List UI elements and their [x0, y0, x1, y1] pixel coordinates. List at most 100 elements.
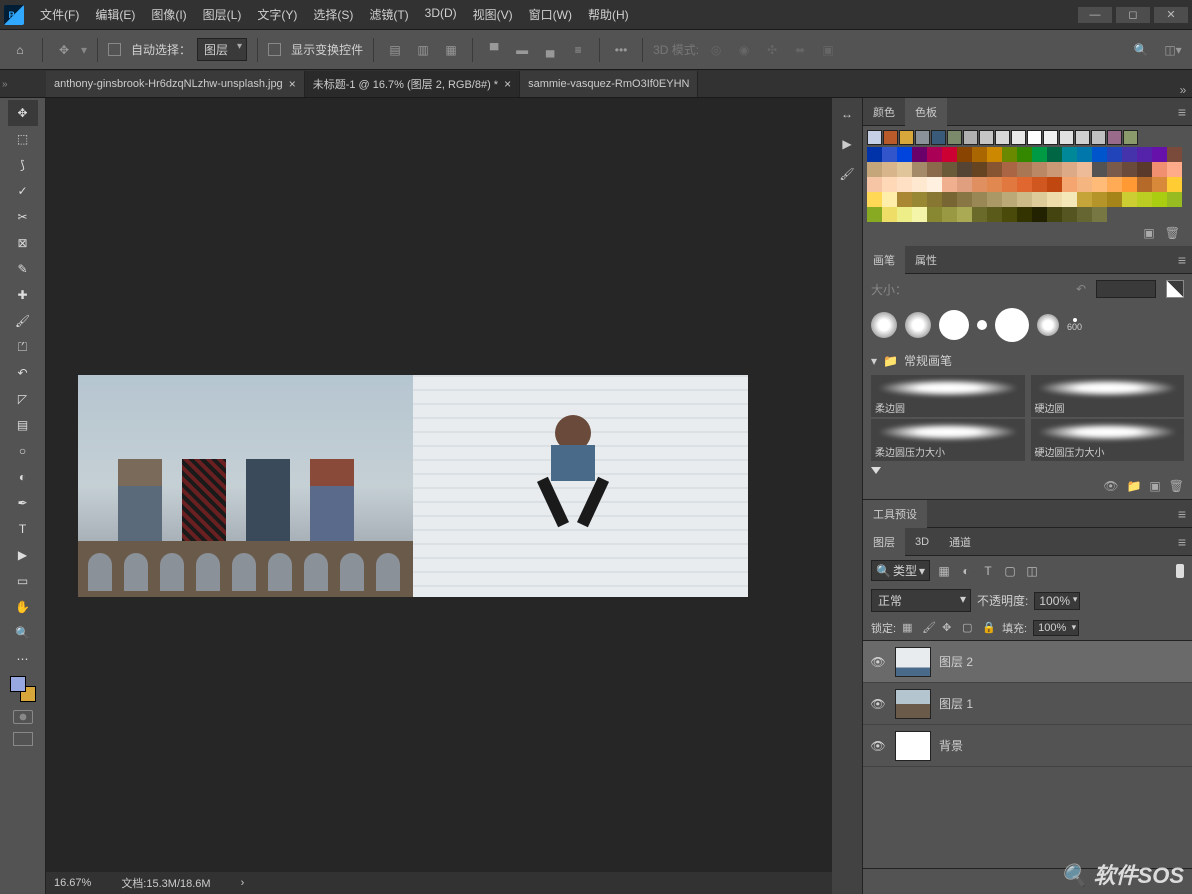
more-options-icon[interactable]: ••• — [610, 39, 632, 61]
toolpreset-tab[interactable]: 工具预设 — [863, 500, 927, 528]
swatch[interactable] — [942, 147, 957, 162]
menu-item[interactable]: 文件(F) — [32, 2, 87, 27]
swatch[interactable] — [1062, 147, 1077, 162]
swatch[interactable] — [1017, 177, 1032, 192]
swatch[interactable] — [867, 162, 882, 177]
swatch[interactable] — [1062, 207, 1077, 222]
swatch[interactable] — [1017, 192, 1032, 207]
layer-thumbnail[interactable] — [895, 647, 931, 677]
swatch[interactable] — [1123, 130, 1138, 145]
swatch[interactable] — [942, 162, 957, 177]
maximize-button[interactable]: ◻ — [1116, 7, 1150, 23]
swatch[interactable] — [995, 130, 1010, 145]
swatch[interactable] — [987, 177, 1002, 192]
swatch[interactable] — [957, 147, 972, 162]
swatch[interactable] — [1077, 147, 1092, 162]
auto-select-checkbox[interactable] — [108, 43, 121, 56]
channels-tab[interactable]: 通道 — [939, 528, 981, 556]
new-swatch-icon[interactable]: ▣ — [1143, 226, 1154, 240]
canvas-area[interactable]: 16.67% 文档:15.3M/18.6M › — [46, 98, 832, 894]
swatch[interactable] — [1027, 130, 1042, 145]
swatch[interactable] — [979, 130, 994, 145]
swatch[interactable] — [972, 192, 987, 207]
stamp-tool[interactable]: ⏍ — [8, 334, 38, 360]
panel-menu-icon[interactable]: ≡ — [1178, 252, 1186, 268]
swatch[interactable] — [1077, 162, 1092, 177]
swatches-tab[interactable]: 色板 — [905, 98, 947, 126]
swatch[interactable] — [1091, 130, 1106, 145]
brush-tool[interactable]: 🖌 — [8, 308, 38, 334]
menu-item[interactable]: 图像(I) — [143, 2, 194, 27]
brush-preview[interactable] — [977, 320, 987, 330]
swatch[interactable] — [912, 147, 927, 162]
eyedropper-tool[interactable]: ✎ — [8, 256, 38, 282]
blur-tool[interactable]: ○ — [8, 438, 38, 464]
swatch[interactable] — [987, 192, 1002, 207]
menu-item[interactable]: 图层(L) — [195, 2, 250, 27]
history-brush-tool[interactable]: ↶ — [8, 360, 38, 386]
properties-tab[interactable]: 属性 — [905, 246, 947, 274]
menu-item[interactable]: 滤镜(T) — [361, 2, 416, 27]
swatch[interactable] — [1167, 177, 1182, 192]
swatch[interactable] — [1137, 147, 1152, 162]
swatch[interactable] — [1122, 162, 1137, 177]
zoom-level[interactable]: 16.67% — [54, 877, 91, 889]
panel-menu-icon[interactable]: ≡ — [1178, 104, 1186, 120]
swatch[interactable] — [1107, 130, 1122, 145]
fill-field[interactable]: 100% — [1033, 620, 1079, 636]
swatch[interactable] — [947, 130, 962, 145]
lock-all-icon[interactable]: 🔒 — [982, 621, 996, 635]
auto-select-dropdown[interactable]: 图层 — [197, 38, 247, 61]
swatch[interactable] — [867, 207, 882, 222]
swatch[interactable] — [1167, 147, 1182, 162]
swatch[interactable] — [867, 192, 882, 207]
align-left-icon[interactable]: ▤ — [384, 39, 406, 61]
swatch[interactable] — [1107, 147, 1122, 162]
swatch[interactable] — [1011, 130, 1026, 145]
brush-preview[interactable] — [995, 308, 1029, 342]
swatch[interactable] — [912, 192, 927, 207]
brushes-icon[interactable]: 🖌 — [837, 164, 857, 184]
flip-icon[interactable]: ↶ — [1076, 282, 1086, 296]
swatch[interactable] — [1062, 177, 1077, 192]
visibility-icon[interactable]: 👁 — [869, 739, 887, 753]
search-icon[interactable]: 🔍 — [1130, 39, 1152, 61]
swatch[interactable] — [882, 177, 897, 192]
tabs-overflow-icon[interactable]: » — [1174, 83, 1192, 97]
align-bottom-icon[interactable]: ▄ — [539, 39, 561, 61]
swatch[interactable] — [987, 162, 1002, 177]
swatch[interactable] — [1059, 130, 1074, 145]
filter-adjust-icon[interactable]: ◐ — [958, 563, 974, 579]
lasso-tool[interactable]: ⟆ — [8, 152, 38, 178]
path-select-tool[interactable]: ▶ — [8, 542, 38, 568]
swatch[interactable] — [1107, 177, 1122, 192]
swatch[interactable] — [882, 207, 897, 222]
text-tool[interactable]: T — [8, 516, 38, 542]
panel-menu-icon[interactable]: ≡ — [1178, 534, 1186, 550]
filter-shape-icon[interactable]: ▢ — [1002, 563, 1018, 579]
swatch[interactable] — [1047, 177, 1062, 192]
swatch[interactable] — [931, 130, 946, 145]
swatch[interactable] — [957, 177, 972, 192]
swatch[interactable] — [1137, 192, 1152, 207]
brush-folder[interactable]: ▾ 📁 常规画笔 — [871, 352, 1184, 369]
menu-item[interactable]: 编辑(E) — [87, 2, 143, 27]
menu-item[interactable]: 选择(S) — [305, 2, 361, 27]
swatch[interactable] — [1122, 192, 1137, 207]
visibility-icon[interactable]: 👁 — [869, 697, 887, 711]
crop-tool[interactable]: ✂ — [8, 204, 38, 230]
filter-text-icon[interactable]: T — [980, 563, 996, 579]
swatch[interactable] — [897, 207, 912, 222]
pen-tool[interactable]: ✒ — [8, 490, 38, 516]
swatch[interactable] — [1092, 147, 1107, 162]
swatch[interactable] — [882, 147, 897, 162]
layers-tab[interactable]: 图层 — [863, 528, 905, 556]
lock-position-icon[interactable]: ✥ — [942, 621, 956, 635]
edit-toolbar-icon[interactable]: ⋯ — [8, 646, 38, 672]
document-tab[interactable]: anthony-ginsbrook-Hr6dzqNLzhw-unsplash.j… — [46, 71, 305, 97]
swatch[interactable] — [1017, 207, 1032, 222]
layer-row[interactable]: 👁背景 — [863, 725, 1192, 767]
swatch[interactable] — [942, 207, 957, 222]
swatch[interactable] — [1092, 192, 1107, 207]
swatch[interactable] — [1152, 162, 1167, 177]
